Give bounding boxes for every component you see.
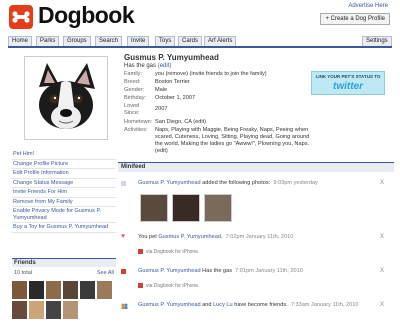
tab-invite[interactable]: Invite xyxy=(127,36,150,46)
heart-icon: ♥ xyxy=(121,233,126,240)
friend-thumb[interactable] xyxy=(29,281,44,299)
twitter-badge-text: LINK YOUR PET'S STATUS TO xyxy=(315,74,381,79)
gender-value: Male xyxy=(155,87,168,93)
friend-thumb[interactable] xyxy=(63,301,78,319)
feed-actor-link[interactable]: Gusmus P. Yumyumhead xyxy=(138,302,201,308)
create-dog-profile-button[interactable]: + Create a Dog Profile xyxy=(320,13,390,25)
feed-actor-link[interactable]: Gusmus P. Yumyumhead xyxy=(138,268,201,274)
enable-privacy-mode-link[interactable]: Enable Privacy Mode for Gusmus P. Yumyum… xyxy=(12,207,116,223)
activities-label: Activities: xyxy=(124,127,148,133)
remove-feed-item-button[interactable]: X xyxy=(380,234,384,241)
loved-since-value: 2007 xyxy=(155,106,168,112)
twitter-link-badge[interactable]: LINK YOUR PET'S STATUS TO twitter xyxy=(311,71,385,95)
remove-feed-item-button[interactable]: X xyxy=(380,302,384,309)
edit-profile-info-link[interactable]: Edit Profile Information xyxy=(12,169,116,179)
friend-thumb[interactable] xyxy=(97,281,112,299)
minifeed-title: Minifeed xyxy=(118,162,394,172)
feed-text: You pet xyxy=(138,234,159,240)
feed-text: have become friends. xyxy=(232,302,288,308)
friends-title: Friends xyxy=(12,258,116,267)
tab-cards[interactable]: Cards xyxy=(178,36,203,46)
photo-icon xyxy=(121,181,126,186)
dogbook-small-icon xyxy=(138,249,143,254)
gender-label: Gender: xyxy=(124,87,145,93)
profile-info: Gusmus P. Yumyumhead Has the gas (edit) … xyxy=(124,53,394,154)
friend-thumb[interactable] xyxy=(63,281,78,299)
dogbook-logo-icon[interactable] xyxy=(9,5,33,29)
profile-name: Gusmus P. Yumyumhead xyxy=(124,53,219,62)
feed-time: 7:33am January 11th, 2010 xyxy=(290,302,359,308)
pet-him-link[interactable]: Pet Him! xyxy=(12,150,116,160)
advertise-link[interactable]: Advertise Here xyxy=(348,3,388,9)
feed-photo[interactable] xyxy=(204,194,232,222)
dogbook-small-icon xyxy=(138,283,143,288)
tab-groups[interactable]: Groups xyxy=(63,36,91,46)
status-edit-link[interactable]: (edit) xyxy=(158,63,172,69)
tab-home[interactable]: Home xyxy=(8,36,33,46)
loved-since-label: Loved Since: xyxy=(124,103,140,116)
feed-time: 7:02pm January 11th, 2010 xyxy=(225,234,294,240)
feed-photos xyxy=(140,194,250,222)
feed-actor-link[interactable]: Gusmus P. Yumyumhead xyxy=(138,180,201,186)
activities-value: Naps, Playing with Maggie, Being Freaky,… xyxy=(155,127,310,154)
feed-friend-link[interactable]: Lucy Lu xyxy=(213,302,233,308)
feed-item: Gusmus P. Yumyumhead Has the gas 7:01pm … xyxy=(118,268,394,275)
birthday-value: October 1, 2007 xyxy=(155,95,196,101)
friend-thumb[interactable] xyxy=(12,281,27,299)
via-line: via Dogbook for iPhone. xyxy=(138,283,199,289)
hometown-label: Hometown: xyxy=(124,119,153,125)
remove-feed-item-button[interactable]: X xyxy=(380,180,384,187)
main-nav: Home Parks Groups Search Invite Toys Car… xyxy=(8,36,392,48)
friend-thumb[interactable] xyxy=(46,301,61,319)
minifeed: Minifeed Gusmus P. Yumyumhead added the … xyxy=(118,162,394,334)
friends-box: Friends 10 total See All xyxy=(12,258,116,336)
change-profile-picture-link[interactable]: Change Profile Picture xyxy=(12,160,116,169)
breed-value: Boston Terrier xyxy=(155,79,190,85)
tab-settings[interactable]: Settings xyxy=(362,36,392,46)
feed-text: Has the gas xyxy=(200,268,233,274)
logo-text[interactable]: Dogbook xyxy=(38,2,135,29)
friend-thumb[interactable] xyxy=(12,301,27,319)
friend-thumb[interactable] xyxy=(46,281,61,299)
via-text: via Dogbook for iPhone. xyxy=(146,249,200,255)
remove-from-family-link[interactable]: Remove from My Family xyxy=(12,198,116,207)
feed-item: Gusmus P. Yumyumhead added the following… xyxy=(118,180,394,187)
status-line: Has the gas (edit) xyxy=(124,63,394,69)
family-value[interactable]: you (remove) (invite friends to join the… xyxy=(155,71,315,78)
dogbook-icon xyxy=(121,269,126,274)
profile-photo[interactable] xyxy=(24,56,108,140)
tab-toys[interactable]: Toys xyxy=(155,36,176,46)
family-label: Family: xyxy=(124,71,143,77)
feed-item: Gusmus P. Yumyumhead and Lucy Lu have be… xyxy=(118,302,394,309)
feed-time: 9:03pm yesterday xyxy=(273,180,318,186)
feed-item: ♥ You pet Gusmus P. Yumyumhead. 7:02pm J… xyxy=(118,233,394,241)
hometown-value: San Diego, CA (edit) xyxy=(155,119,206,125)
feed-text: added the following photos: xyxy=(200,180,271,186)
invite-friends-link[interactable]: Invite Friends For Him xyxy=(12,188,116,198)
friends-icon xyxy=(121,303,128,309)
feed-text: and xyxy=(200,302,214,308)
via-text: via Dogbook for iPhone. xyxy=(146,283,200,289)
feed-actor-link[interactable]: Gusmus P. Yumyumhead xyxy=(158,234,221,240)
change-status-link[interactable]: Change Status Message xyxy=(12,179,116,188)
profile-actions: Pet Him! Change Profile Picture Edit Pro… xyxy=(12,150,116,233)
breed-label: Breed: xyxy=(124,79,141,85)
feed-text: . xyxy=(220,234,223,240)
birthday-label: Birthday: xyxy=(124,95,147,101)
top-bar: Dogbook Advertise Here + Create a Dog Pr… xyxy=(0,0,400,33)
feed-time: 7:01pm January 11th, 2010 xyxy=(235,268,303,274)
remove-feed-item-button[interactable]: X xyxy=(380,268,384,275)
via-line: via Dogbook for iPhone. xyxy=(138,249,199,255)
feed-photo[interactable] xyxy=(140,194,168,222)
twitter-logo-icon: twitter xyxy=(333,81,363,92)
friend-thumb[interactable] xyxy=(29,301,44,319)
tab-search[interactable]: Search xyxy=(95,36,123,46)
buy-toy-link[interactable]: Buy a Toy for Gusmus P. Yumyumhead xyxy=(12,223,116,233)
tab-parks[interactable]: Parks xyxy=(36,36,60,46)
tab-arf-alerts[interactable]: Arf Alerts xyxy=(204,36,237,46)
friend-thumb[interactable] xyxy=(80,281,95,299)
feed-photo[interactable] xyxy=(172,194,200,222)
status-text: Has the gas xyxy=(124,63,157,69)
